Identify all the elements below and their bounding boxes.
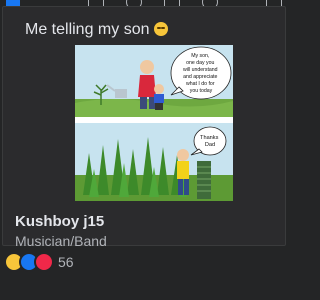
bubble1-line2: one day you [186,60,214,66]
page-name[interactable]: Kushboy j15 [15,213,104,230]
comic-panel-top: My son, one day you will understand and … [75,45,233,117]
comic-image[interactable]: My son, one day you will understand and … [75,45,233,201]
shared-post-card[interactable]: Me telling my son My son, one day you wi… [2,6,286,249]
laughing-emoji-icon [153,22,168,36]
bubble1-line1: My son, [191,53,209,59]
page-category: Musician/Band [15,233,107,249]
post-caption-text: Me telling my son [25,21,150,38]
bubble1-line6: you today [190,88,213,94]
post-caption: Me telling my son [25,21,168,39]
bubble1-line4: and appreciate [183,74,217,80]
comic-panel-bottom: Thanks Dad [75,123,233,201]
bubble1-line5: what I do for [186,81,215,87]
reactions-summary[interactable]: 56 [4,252,74,272]
bubble2-line1: Thanks [200,135,219,141]
bubble1-line3: will understand [183,67,218,73]
bubble2-line2: Dad [205,142,215,148]
reaction-count[interactable]: 56 [58,254,74,270]
love-icon [34,252,54,272]
